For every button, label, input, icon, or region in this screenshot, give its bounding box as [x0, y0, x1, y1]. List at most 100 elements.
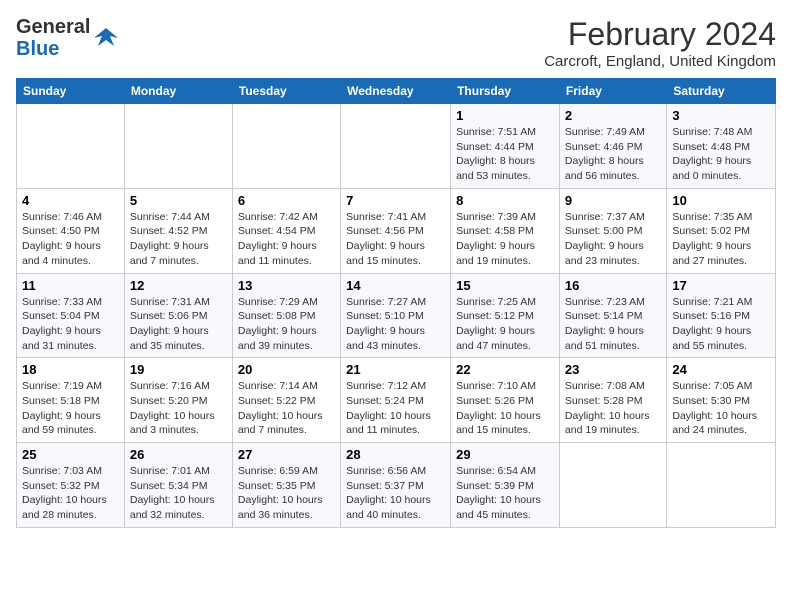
day-number: 10	[672, 193, 770, 208]
day-number: 23	[565, 362, 661, 377]
calendar-cell	[341, 104, 451, 189]
day-info: Sunrise: 7:42 AMSunset: 4:54 PMDaylight:…	[238, 210, 335, 269]
calendar-cell: 29 Sunrise: 6:54 AMSunset: 5:39 PMDayligh…	[451, 443, 560, 528]
day-number: 17	[672, 278, 770, 293]
day-number: 18	[22, 362, 119, 377]
day-number: 22	[456, 362, 554, 377]
page-header: General Blue February 2024 Carcroft, Eng…	[16, 16, 776, 70]
calendar-cell: 9 Sunrise: 7:37 AMSunset: 5:00 PMDaylight…	[559, 188, 666, 273]
calendar-table: SundayMondayTuesdayWednesdayThursdayFrid…	[16, 78, 776, 528]
location: Carcroft, England, United Kingdom	[544, 53, 776, 70]
day-number: 7	[346, 193, 445, 208]
day-number: 19	[130, 362, 227, 377]
day-number: 13	[238, 278, 335, 293]
day-number: 6	[238, 193, 335, 208]
day-info: Sunrise: 7:08 AMSunset: 5:28 PMDaylight:…	[565, 379, 661, 438]
calendar-cell: 17 Sunrise: 7:21 AMSunset: 5:16 PMDayligh…	[667, 273, 776, 358]
calendar-cell: 15 Sunrise: 7:25 AMSunset: 5:12 PMDayligh…	[451, 273, 560, 358]
day-info: Sunrise: 7:12 AMSunset: 5:24 PMDaylight:…	[346, 379, 445, 438]
day-info: Sunrise: 7:37 AMSunset: 5:00 PMDaylight:…	[565, 210, 661, 269]
logo-text-blue: Blue	[16, 38, 59, 60]
day-number: 26	[130, 447, 227, 462]
day-info: Sunrise: 7:10 AMSunset: 5:26 PMDaylight:…	[456, 379, 554, 438]
calendar-cell: 6 Sunrise: 7:42 AMSunset: 4:54 PMDaylight…	[232, 188, 340, 273]
day-number: 15	[456, 278, 554, 293]
day-number: 1	[456, 108, 554, 123]
day-info: Sunrise: 7:01 AMSunset: 5:34 PMDaylight:…	[130, 464, 227, 523]
logo-text-general: General	[16, 16, 90, 38]
day-info: Sunrise: 7:44 AMSunset: 4:52 PMDaylight:…	[130, 210, 227, 269]
day-info: Sunrise: 6:59 AMSunset: 5:35 PMDaylight:…	[238, 464, 335, 523]
calendar-cell: 28 Sunrise: 6:56 AMSunset: 5:37 PMDayligh…	[341, 443, 451, 528]
col-header-saturday: Saturday	[667, 79, 776, 104]
calendar-cell: 16Sunrise: 7:23 AMSunset: 5:14 PMDayligh…	[559, 273, 666, 358]
calendar-cell: 22 Sunrise: 7:10 AMSunset: 5:26 PMDayligh…	[451, 358, 560, 443]
day-info: Sunrise: 7:27 AMSunset: 5:10 PMDaylight:…	[346, 295, 445, 354]
day-number: 24	[672, 362, 770, 377]
day-info: Sunrise: 7:39 AMSunset: 4:58 PMDaylight:…	[456, 210, 554, 269]
calendar-cell: 25 Sunrise: 7:03 AMSunset: 5:32 PMDayligh…	[17, 443, 125, 528]
day-number: 5	[130, 193, 227, 208]
day-number: 11	[22, 278, 119, 293]
month-title: February 2024	[544, 16, 776, 53]
day-info: Sunrise: 7:35 AMSunset: 5:02 PMDaylight:…	[672, 210, 770, 269]
day-info: Sunrise: 7:03 AMSunset: 5:32 PMDaylight:…	[22, 464, 119, 523]
calendar-cell	[667, 443, 776, 528]
logo: General Blue	[16, 16, 120, 60]
day-info: Sunrise: 7:19 AMSunset: 5:18 PMDaylight:…	[22, 379, 119, 438]
day-number: 28	[346, 447, 445, 462]
calendar-cell: 10 Sunrise: 7:35 AMSunset: 5:02 PMDayligh…	[667, 188, 776, 273]
day-info: Sunrise: 7:31 AMSunset: 5:06 PMDaylight:…	[130, 295, 227, 354]
calendar-cell: 19 Sunrise: 7:16 AMSunset: 5:20 PMDayligh…	[124, 358, 232, 443]
calendar-cell: 13 Sunrise: 7:29 AMSunset: 5:08 PMDayligh…	[232, 273, 340, 358]
day-info: Sunrise: 7:25 AMSunset: 5:12 PMDaylight:…	[456, 295, 554, 354]
calendar-cell: 1 Sunrise: 7:51 AMSunset: 4:44 PMDaylight…	[451, 104, 560, 189]
day-info: Sunrise: 7:05 AMSunset: 5:30 PMDaylight:…	[672, 379, 770, 438]
col-header-tuesday: Tuesday	[232, 79, 340, 104]
day-info: Sunrise: 6:56 AMSunset: 5:37 PMDaylight:…	[346, 464, 445, 523]
day-number: 4	[22, 193, 119, 208]
calendar-cell: 20 Sunrise: 7:14 AMSunset: 5:22 PMDayligh…	[232, 358, 340, 443]
title-block: February 2024 Carcroft, England, United …	[544, 16, 776, 70]
calendar-cell: 12 Sunrise: 7:31 AMSunset: 5:06 PMDayligh…	[124, 273, 232, 358]
day-number: 21	[346, 362, 445, 377]
day-info: Sunrise: 7:14 AMSunset: 5:22 PMDaylight:…	[238, 379, 335, 438]
day-number: 25	[22, 447, 119, 462]
calendar-cell: 27Sunrise: 6:59 AMSunset: 5:35 PMDayligh…	[232, 443, 340, 528]
calendar-cell: 3 Sunrise: 7:48 AMSunset: 4:48 PMDaylight…	[667, 104, 776, 189]
calendar-cell: 8Sunrise: 7:39 AMSunset: 4:58 PMDaylight…	[451, 188, 560, 273]
calendar-cell: 24 Sunrise: 7:05 AMSunset: 5:30 PMDayligh…	[667, 358, 776, 443]
calendar-cell: 14Sunrise: 7:27 AMSunset: 5:10 PMDayligh…	[341, 273, 451, 358]
calendar-cell: 26 Sunrise: 7:01 AMSunset: 5:34 PMDayligh…	[124, 443, 232, 528]
day-number: 29	[456, 447, 554, 462]
calendar-cell: 23 Sunrise: 7:08 AMSunset: 5:28 PMDayligh…	[559, 358, 666, 443]
day-info: Sunrise: 7:41 AMSunset: 4:56 PMDaylight:…	[346, 210, 445, 269]
day-number: 2	[565, 108, 661, 123]
calendar-cell	[17, 104, 125, 189]
day-info: Sunrise: 7:16 AMSunset: 5:20 PMDaylight:…	[130, 379, 227, 438]
day-info: Sunrise: 7:51 AMSunset: 4:44 PMDaylight:…	[456, 125, 554, 184]
day-number: 3	[672, 108, 770, 123]
calendar-cell: 2 Sunrise: 7:49 AMSunset: 4:46 PMDaylight…	[559, 104, 666, 189]
day-info: Sunrise: 7:29 AMSunset: 5:08 PMDaylight:…	[238, 295, 335, 354]
day-info: Sunrise: 7:21 AMSunset: 5:16 PMDaylight:…	[672, 295, 770, 354]
calendar-cell: 4 Sunrise: 7:46 AMSunset: 4:50 PMDaylight…	[17, 188, 125, 273]
day-number: 20	[238, 362, 335, 377]
col-header-sunday: Sunday	[17, 79, 125, 104]
day-info: Sunrise: 7:49 AMSunset: 4:46 PMDaylight:…	[565, 125, 661, 184]
col-header-friday: Friday	[559, 79, 666, 104]
day-info: Sunrise: 7:48 AMSunset: 4:48 PMDaylight:…	[672, 125, 770, 184]
calendar-cell: 11Sunrise: 7:33 AMSunset: 5:04 PMDayligh…	[17, 273, 125, 358]
calendar-cell: 18 Sunrise: 7:19 AMSunset: 5:18 PMDayligh…	[17, 358, 125, 443]
day-info: Sunrise: 6:54 AMSunset: 5:39 PMDaylight:…	[456, 464, 554, 523]
day-info: Sunrise: 7:46 AMSunset: 4:50 PMDaylight:…	[22, 210, 119, 269]
col-header-wednesday: Wednesday	[341, 79, 451, 104]
calendar-cell: 7 Sunrise: 7:41 AMSunset: 4:56 PMDaylight…	[341, 188, 451, 273]
col-header-monday: Monday	[124, 79, 232, 104]
day-number: 9	[565, 193, 661, 208]
day-number: 12	[130, 278, 227, 293]
col-header-thursday: Thursday	[451, 79, 560, 104]
logo-bird-icon	[92, 24, 120, 52]
calendar-cell	[124, 104, 232, 189]
calendar-cell: 21 Sunrise: 7:12 AMSunset: 5:24 PMDayligh…	[341, 358, 451, 443]
